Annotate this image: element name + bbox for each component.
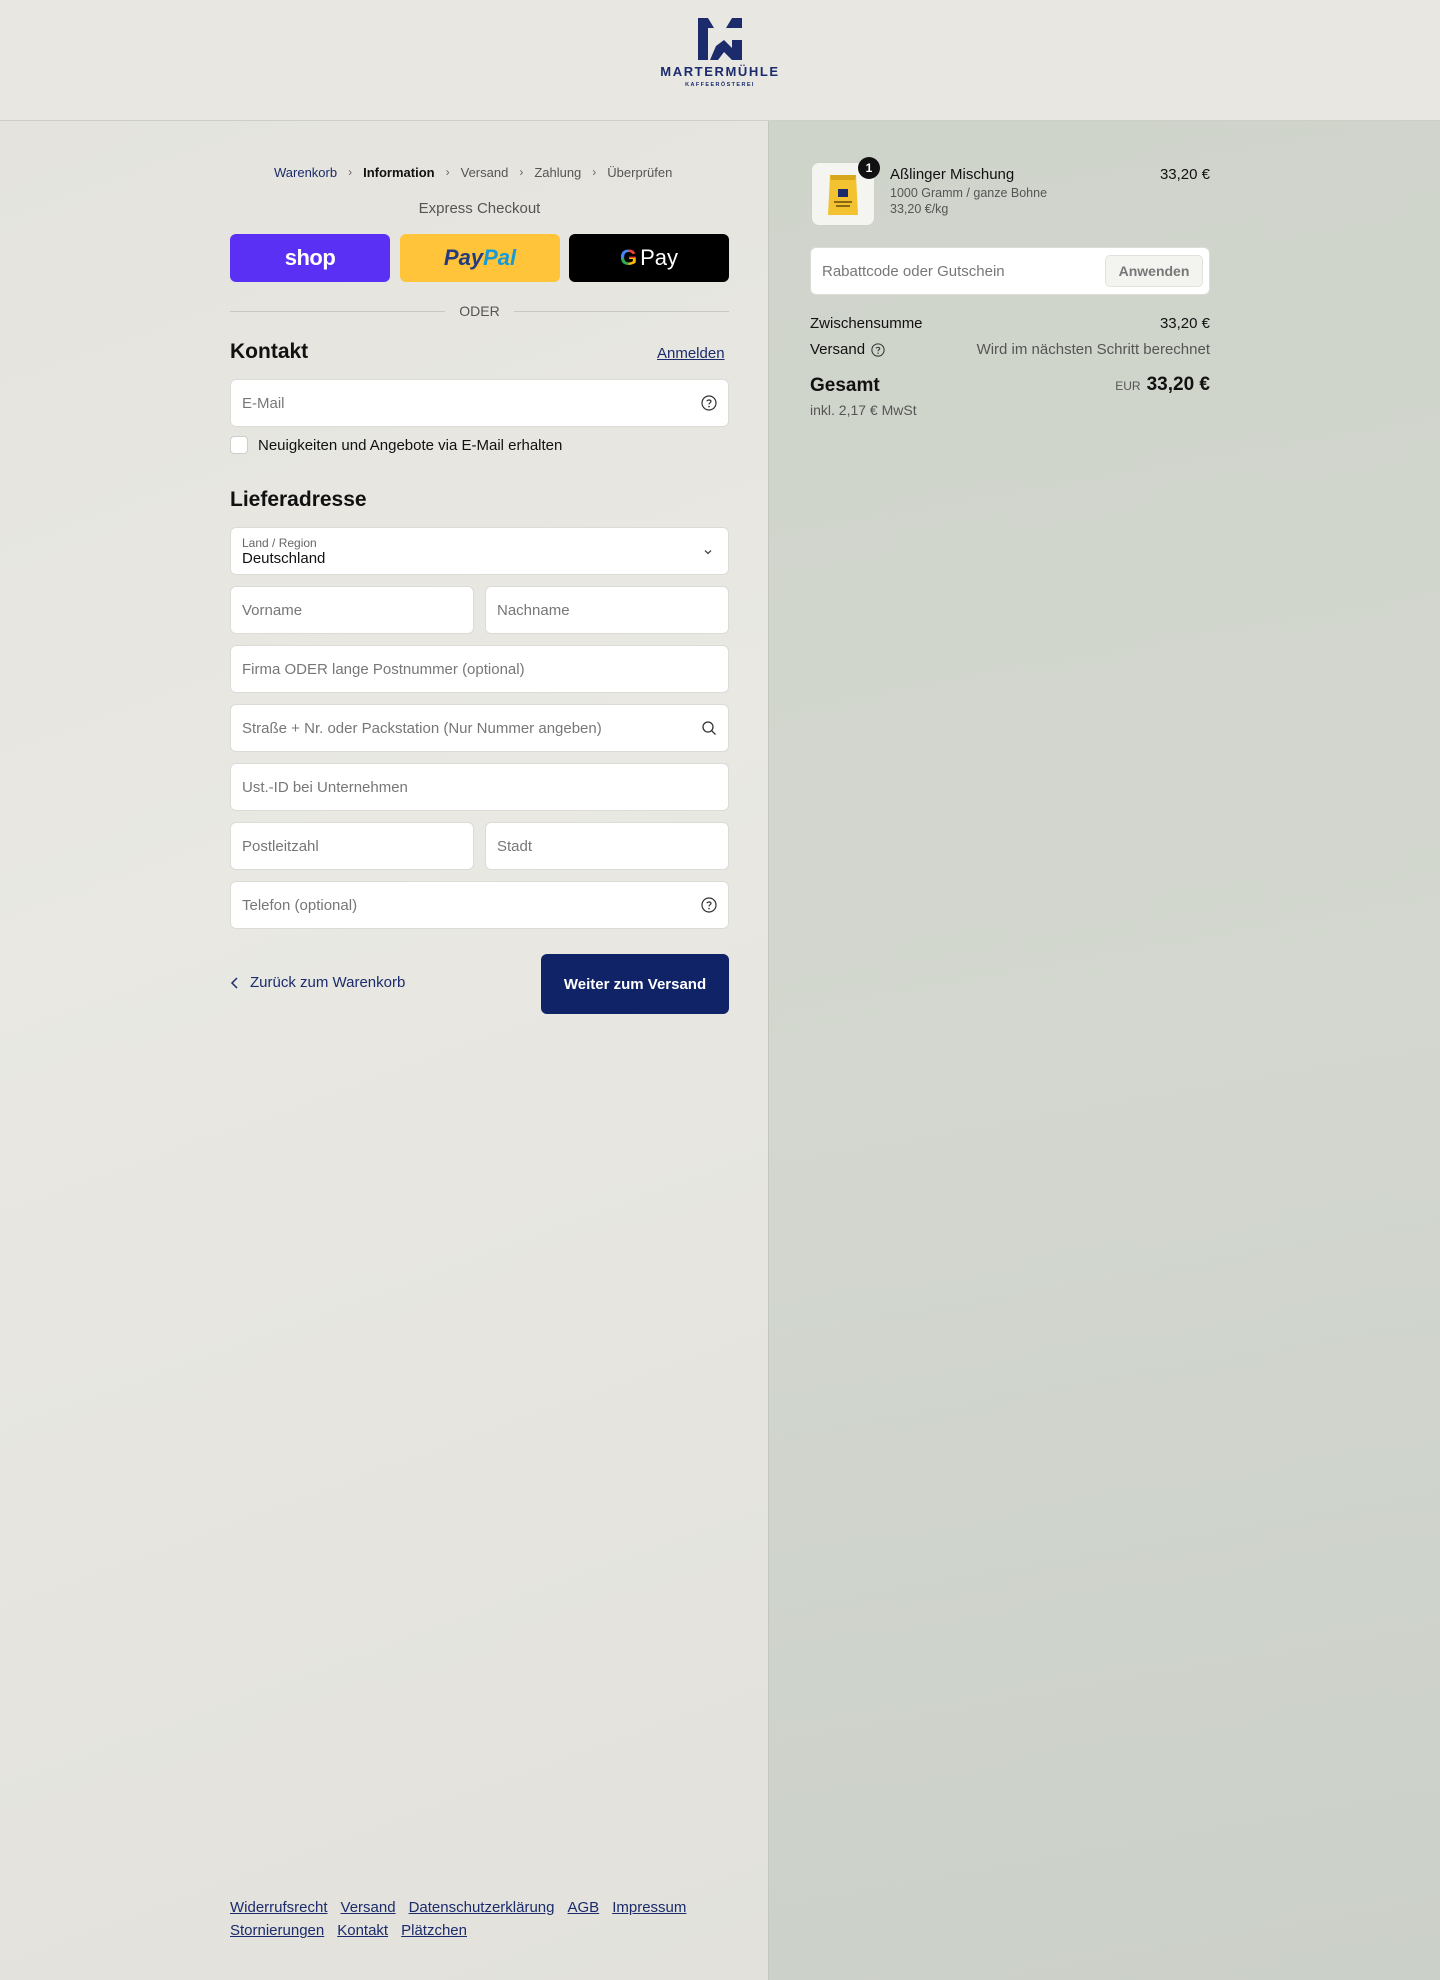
- express-checkout-title: Express Checkout: [418, 200, 541, 217]
- footer-link-privacy[interactable]: Datenschutzerklärung: [409, 1896, 555, 1919]
- product-name: Aßlinger Mischung: [890, 166, 1015, 183]
- chevron-left-icon: [230, 976, 238, 989]
- shipping-address-title: Lieferadresse: [230, 488, 367, 511]
- street-field[interactable]: [230, 704, 729, 752]
- brand-tagline: KAFFEERÖSTEREI: [685, 82, 755, 88]
- back-to-cart-link[interactable]: Zurück zum Warenkorb: [230, 974, 405, 991]
- breadcrumb-payment: Zahlung: [534, 164, 582, 180]
- vat-id-field[interactable]: [230, 763, 729, 811]
- city-input[interactable]: [497, 837, 717, 855]
- product-variant: 1000 Gramm / ganze Bohne: [890, 186, 1048, 200]
- phone-input[interactable]: [242, 896, 701, 914]
- product-unit-price: 33,20 €/kg: [890, 202, 949, 216]
- or-divider-label: ODER: [459, 303, 500, 319]
- country-label: Land / Region: [242, 535, 317, 550]
- help-circle-icon[interactable]: [871, 342, 885, 357]
- quantity-badge: 1: [858, 157, 880, 179]
- brand-mark-icon: [698, 18, 742, 60]
- paypal-logo-pay: Pay: [443, 245, 484, 270]
- country-select[interactable]: Land / Region Deutschland: [230, 527, 729, 575]
- zip-field[interactable]: [230, 822, 474, 870]
- newsletter-checkbox[interactable]: [230, 436, 248, 454]
- footer-link-cancellations[interactable]: Stornierungen: [230, 1919, 324, 1942]
- breadcrumb-shipping: Versand: [460, 164, 509, 180]
- continue-to-shipping-button[interactable]: Weiter zum Versand: [541, 954, 729, 1014]
- footer-link-imprint[interactable]: Impressum: [612, 1896, 686, 1919]
- chevron-right-icon: ›: [348, 165, 353, 179]
- shop-pay-label: shop: [284, 245, 336, 270]
- zip-input[interactable]: [242, 837, 462, 855]
- order-summary-panel: [768, 121, 1440, 1980]
- shipping-cost-label: Versand: [810, 341, 866, 358]
- newsletter-option[interactable]: Neuigkeiten und Angebote via E-Mail erha…: [230, 436, 562, 454]
- shipping-cost-row: Versand: [810, 341, 885, 358]
- first-name-input[interactable]: [242, 601, 462, 619]
- chevron-right-icon: ›: [519, 165, 524, 179]
- total-currency: EUR: [1115, 379, 1141, 393]
- paypal-button[interactable]: Pay Pal: [400, 234, 560, 282]
- footer-link-cookies[interactable]: Plätzchen: [401, 1919, 467, 1942]
- google-pay-label: Pay: [640, 245, 679, 270]
- vat-id-input[interactable]: [242, 778, 717, 796]
- footer-link-contact[interactable]: Kontakt: [337, 1919, 388, 1942]
- footer-link-shipping[interactable]: Versand: [341, 1896, 396, 1919]
- shop-pay-button[interactable]: shop: [230, 234, 390, 282]
- last-name-input[interactable]: [497, 601, 717, 619]
- phone-field[interactable]: [230, 881, 729, 929]
- first-name-field[interactable]: [230, 586, 474, 634]
- google-pay-button[interactable]: G Pay: [569, 234, 729, 282]
- brand-logo[interactable]: MARTERMÜHLE KAFFEERÖSTEREI: [640, 16, 800, 106]
- breadcrumb-review: Überprüfen: [607, 164, 673, 180]
- footer-links: Widerrufsrecht Versand Datenschutzerklärun…: [230, 1896, 730, 1942]
- breadcrumb: Warenkorb › Information › Versand › Zahl…: [274, 162, 672, 182]
- city-field[interactable]: [485, 822, 729, 870]
- login-link[interactable]: Anmelden: [657, 345, 725, 362]
- total-label: Gesamt: [810, 375, 880, 396]
- or-divider: ODER: [230, 301, 730, 321]
- company-field[interactable]: [230, 645, 729, 693]
- footer-link-withdrawal[interactable]: Widerrufsrecht: [230, 1896, 328, 1919]
- subtotal-value: 33,20 €: [1159, 315, 1210, 332]
- street-input[interactable]: [242, 719, 701, 737]
- subtotal-label: Zwischensumme: [810, 315, 923, 332]
- breadcrumb-cart[interactable]: Warenkorb: [274, 165, 337, 180]
- help-circle-icon[interactable]: [701, 897, 717, 913]
- google-g-icon: G: [619, 245, 638, 270]
- company-input[interactable]: [242, 660, 717, 678]
- email-field[interactable]: [230, 379, 729, 427]
- newsletter-label: Neuigkeiten und Angebote via E-Mail erha…: [258, 436, 563, 454]
- search-icon: [702, 721, 716, 735]
- back-to-cart-label: Zurück zum Warenkorb: [250, 974, 406, 991]
- total-value: 33,20 €: [1146, 374, 1210, 395]
- last-name-field[interactable]: [485, 586, 729, 634]
- contact-title: Kontakt: [230, 340, 309, 363]
- chevron-right-icon: ›: [592, 165, 597, 179]
- chevron-down-icon: [704, 550, 712, 555]
- shipping-cost-value: Wird im nächsten Schritt berechnet: [976, 341, 1210, 358]
- tax-note: inkl. 2,17 € MwSt: [810, 402, 917, 418]
- header: MARTERMÜHLE KAFFEERÖSTEREI: [0, 0, 1440, 121]
- breadcrumb-information: Information: [363, 164, 435, 180]
- email-input[interactable]: [242, 394, 701, 412]
- help-circle-icon[interactable]: [701, 395, 717, 411]
- chevron-right-icon: ›: [445, 165, 450, 179]
- paypal-logo-pal: Pal: [483, 245, 517, 270]
- country-value: Deutschland: [242, 549, 326, 567]
- product-price: 33,20 €: [1159, 166, 1210, 183]
- footer-link-terms[interactable]: AGB: [568, 1896, 600, 1919]
- apply-discount-button[interactable]: Anwenden: [1105, 255, 1203, 287]
- coffee-bag-icon: [828, 175, 858, 215]
- brand-name: MARTERMÜHLE: [660, 64, 780, 79]
- total-amount: EUR 33,20 €: [1115, 374, 1210, 396]
